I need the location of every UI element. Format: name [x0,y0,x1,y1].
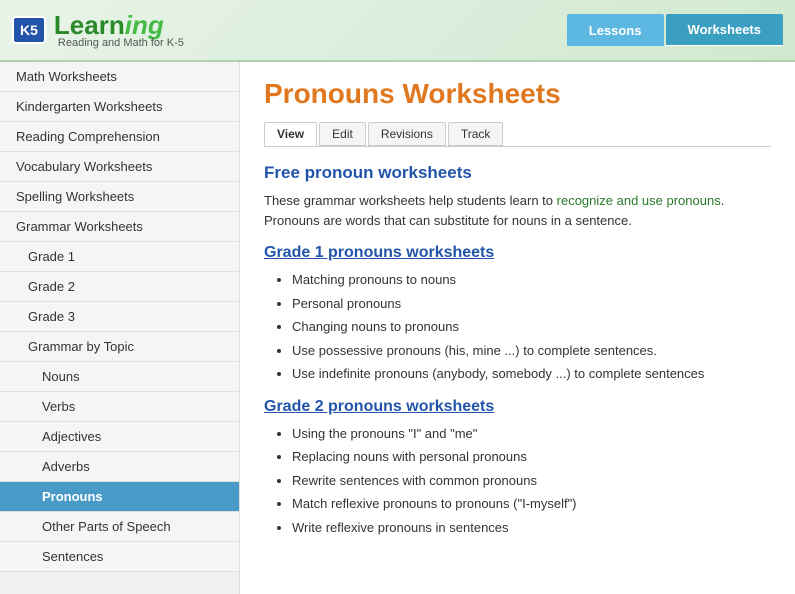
logo-learn: Learn [54,10,125,40]
list-item: Personal pronouns [292,294,771,314]
sidebar-item-kindergarten[interactable]: Kindergarten Worksheets [0,92,239,122]
list-item: Write reflexive pronouns in sentences [292,518,771,538]
list-item: Matching pronouns to nouns [292,270,771,290]
worksheets-nav-button[interactable]: Worksheets [666,14,783,46]
grade2-heading[interactable]: Grade 2 pronouns worksheets [264,398,771,416]
tab-track[interactable]: Track [448,122,504,146]
tagline: Reading and Math for K-5 [58,38,184,49]
sidebar-item-math[interactable]: Math Worksheets [0,62,239,92]
lessons-nav-button[interactable]: Lessons [567,14,664,46]
sidebar-item-nouns[interactable]: Nouns [0,362,239,392]
tabs-bar: View Edit Revisions Track [264,122,771,147]
sidebar-item-grade3[interactable]: Grade 3 [0,302,239,332]
logo-area: K5 Learning Reading and Math for K-5 [12,12,184,49]
sidebar: Math Worksheets Kindergarten Worksheets … [0,62,240,594]
sidebar-item-grammar-by-topic[interactable]: Grammar by Topic [0,332,239,362]
intro-before: These grammar worksheets help students l… [264,193,557,208]
intro-paragraph: These grammar worksheets help students l… [264,191,771,230]
list-item: Using the pronouns "I" and "me" [292,424,771,444]
main-content: Pronouns Worksheets View Edit Revisions … [240,62,795,594]
sidebar-item-reading[interactable]: Reading Comprehension [0,122,239,152]
list-item: Rewrite sentences with common pronouns [292,471,771,491]
sidebar-item-adverbs[interactable]: Adverbs [0,452,239,482]
sidebar-item-pronouns[interactable]: Pronouns [0,482,239,512]
grade1-heading[interactable]: Grade 1 pronouns worksheets [264,244,771,262]
intro-highlight: recognize and use pronouns [557,193,721,208]
page-title: Pronouns Worksheets [264,78,771,110]
sidebar-item-vocabulary[interactable]: Vocabulary Worksheets [0,152,239,182]
sidebar-item-verbs[interactable]: Verbs [0,392,239,422]
logo-text: Learning [54,12,184,38]
sidebar-item-sentences[interactable]: Sentences [0,542,239,572]
header-nav: Lessons Worksheets [567,14,783,46]
list-item: Use possessive pronouns (his, mine ...) … [292,341,771,361]
list-item: Match reflexive pronouns to pronouns ("I… [292,494,771,514]
logo-ing: ing [125,10,164,40]
tab-view[interactable]: View [264,122,317,146]
grade2-list: Using the pronouns "I" and "me" Replacin… [264,424,771,538]
grade1-list: Matching pronouns to nouns Personal pron… [264,270,771,384]
list-item: Use indefinite pronouns (anybody, somebo… [292,364,771,384]
sidebar-item-spelling[interactable]: Spelling Worksheets [0,182,239,212]
list-item: Replacing nouns with personal pronouns [292,447,771,467]
tab-edit[interactable]: Edit [319,122,366,146]
list-item: Changing nouns to pronouns [292,317,771,337]
section-heading-free: Free pronoun worksheets [264,163,771,183]
header: K5 Learning Reading and Math for K-5 Les… [0,0,795,62]
sidebar-item-grade2[interactable]: Grade 2 [0,272,239,302]
layout: Math Worksheets Kindergarten Worksheets … [0,62,795,594]
sidebar-item-grammar[interactable]: Grammar Worksheets [0,212,239,242]
sidebar-item-other-parts[interactable]: Other Parts of Speech [0,512,239,542]
tab-revisions[interactable]: Revisions [368,122,446,146]
sidebar-item-adjectives[interactable]: Adjectives [0,422,239,452]
sidebar-item-grade1[interactable]: Grade 1 [0,242,239,272]
logo-badge: K5 [12,16,46,44]
